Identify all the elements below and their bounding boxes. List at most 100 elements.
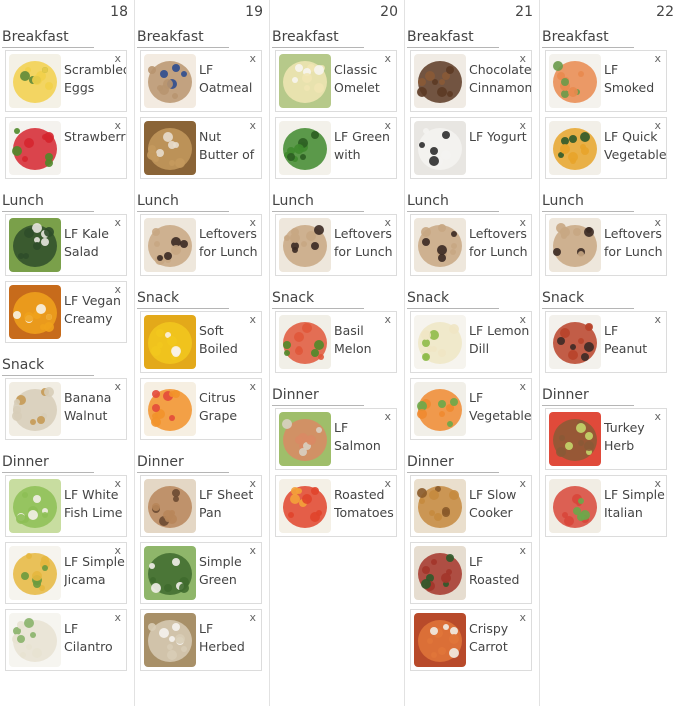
remove-meal-button[interactable]: x xyxy=(249,611,256,624)
meal-card[interactable]: LF Quick Vegetable x xyxy=(545,117,667,179)
remove-meal-button[interactable]: x xyxy=(249,313,256,326)
food-photo-icon[interactable] xyxy=(279,315,331,369)
meal-card[interactable]: LF White Fish Lime x xyxy=(5,475,127,537)
remove-meal-button[interactable]: x xyxy=(519,380,526,393)
meal-title[interactable]: Leftovers for Lunch xyxy=(469,225,531,261)
meal-title[interactable]: Chocolate Cinnamon xyxy=(469,61,531,97)
meal-title[interactable]: Banana Walnut xyxy=(64,389,126,425)
food-photo-icon[interactable] xyxy=(279,412,331,466)
remove-meal-button[interactable]: x xyxy=(519,477,526,490)
meal-card[interactable]: LF Kale Salad x xyxy=(5,214,127,276)
meal-card[interactable]: LF Herbed x xyxy=(140,609,262,671)
food-photo-icon[interactable] xyxy=(144,479,196,533)
meal-card[interactable]: Nut Butter of x xyxy=(140,117,262,179)
food-photo-icon[interactable] xyxy=(279,218,331,272)
food-photo-icon[interactable] xyxy=(414,218,466,272)
meal-title[interactable]: LF Vegetable xyxy=(469,389,531,425)
meal-title[interactable]: Simple Green xyxy=(199,553,261,589)
remove-meal-button[interactable]: x xyxy=(654,410,661,423)
remove-meal-button[interactable]: x xyxy=(384,477,391,490)
meal-title[interactable]: LF Lemon Dill xyxy=(469,322,531,358)
meal-title[interactable]: LF Sheet Pan xyxy=(199,486,261,522)
remove-meal-button[interactable]: x xyxy=(654,52,661,65)
remove-meal-button[interactable]: x xyxy=(249,119,256,132)
food-photo-icon[interactable] xyxy=(414,546,466,600)
meal-card[interactable]: Crispy Carrot x xyxy=(410,609,532,671)
meal-card[interactable]: LF Lemon Dill x xyxy=(410,311,532,373)
meal-title[interactable]: Leftovers for Lunch xyxy=(604,225,666,261)
meal-card[interactable]: LF Smoked x xyxy=(545,50,667,112)
meal-title[interactable]: Scrambled Eggs xyxy=(64,61,126,97)
meal-title[interactable]: Crispy Carrot xyxy=(469,620,531,656)
food-photo-icon[interactable] xyxy=(9,121,61,175)
remove-meal-button[interactable]: x xyxy=(249,380,256,393)
remove-meal-button[interactable]: x xyxy=(384,313,391,326)
meal-card[interactable]: Roasted Tomatoes x xyxy=(275,475,397,537)
food-photo-icon[interactable] xyxy=(9,479,61,533)
meal-title[interactable]: Leftovers for Lunch xyxy=(334,225,396,261)
meal-title[interactable]: LF Vegan Creamy xyxy=(64,292,126,328)
food-photo-icon[interactable] xyxy=(9,546,61,600)
food-photo-icon[interactable] xyxy=(549,218,601,272)
food-photo-icon[interactable] xyxy=(279,121,331,175)
food-photo-icon[interactable] xyxy=(144,121,196,175)
meal-title[interactable]: LF Roasted xyxy=(469,553,531,589)
food-photo-icon[interactable] xyxy=(414,315,466,369)
food-photo-icon[interactable] xyxy=(144,315,196,369)
food-photo-icon[interactable] xyxy=(9,218,61,272)
remove-meal-button[interactable]: x xyxy=(519,313,526,326)
meal-card[interactable]: LF Roasted x xyxy=(410,542,532,604)
remove-meal-button[interactable]: x xyxy=(114,477,121,490)
food-photo-icon[interactable] xyxy=(144,382,196,436)
remove-meal-button[interactable]: x xyxy=(384,410,391,423)
food-photo-icon[interactable] xyxy=(144,218,196,272)
remove-meal-button[interactable]: x xyxy=(249,544,256,557)
remove-meal-button[interactable]: x xyxy=(519,216,526,229)
meal-title[interactable]: Turkey Herb xyxy=(604,419,666,455)
meal-title[interactable]: LF White Fish Lime xyxy=(64,486,126,522)
meal-title[interactable]: Nut Butter of xyxy=(199,128,261,164)
remove-meal-button[interactable]: x xyxy=(249,477,256,490)
food-photo-icon[interactable] xyxy=(144,613,196,667)
food-photo-icon[interactable] xyxy=(9,613,61,667)
meal-title[interactable]: Basil Melon xyxy=(334,322,396,358)
meal-card[interactable]: LF Salmon x xyxy=(275,408,397,470)
remove-meal-button[interactable]: x xyxy=(114,380,121,393)
meal-title[interactable]: LF Green with xyxy=(334,128,396,164)
meal-card[interactable]: LF Cilantro x xyxy=(5,609,127,671)
remove-meal-button[interactable]: x xyxy=(114,119,121,132)
meal-title[interactable]: Roasted Tomatoes xyxy=(334,486,396,522)
meal-card[interactable]: LF Simple Italian x xyxy=(545,475,667,537)
meal-card[interactable]: Basil Melon x xyxy=(275,311,397,373)
meal-card[interactable]: Classic Omelet x xyxy=(275,50,397,112)
meal-title[interactable]: Classic Omelet xyxy=(334,61,396,97)
meal-title[interactable]: LF Simple Jicama xyxy=(64,553,126,589)
meal-card[interactable]: Soft Boiled x xyxy=(140,311,262,373)
food-photo-icon[interactable] xyxy=(9,285,61,339)
food-photo-icon[interactable] xyxy=(144,546,196,600)
food-photo-icon[interactable] xyxy=(414,382,466,436)
meal-card[interactable]: LF Vegan Creamy x xyxy=(5,281,127,343)
meal-title[interactable]: LF Kale Salad xyxy=(64,225,126,261)
meal-title[interactable]: Leftovers for Lunch xyxy=(199,225,261,261)
meal-title[interactable]: LF Salmon xyxy=(334,419,396,455)
food-photo-icon[interactable] xyxy=(279,479,331,533)
remove-meal-button[interactable]: x xyxy=(249,52,256,65)
food-photo-icon[interactable] xyxy=(9,54,61,108)
remove-meal-button[interactable]: x xyxy=(114,283,121,296)
remove-meal-button[interactable]: x xyxy=(384,119,391,132)
meal-title[interactable]: LF Peanut xyxy=(604,322,666,358)
food-photo-icon[interactable] xyxy=(549,479,601,533)
meal-card[interactable]: Strawberri x xyxy=(5,117,127,179)
remove-meal-button[interactable]: x xyxy=(654,313,661,326)
remove-meal-button[interactable]: x xyxy=(519,611,526,624)
meal-card[interactable]: Banana Walnut x xyxy=(5,378,127,440)
meal-card[interactable]: LF Sheet Pan x xyxy=(140,475,262,537)
food-photo-icon[interactable] xyxy=(414,54,466,108)
remove-meal-button[interactable]: x xyxy=(654,216,661,229)
remove-meal-button[interactable]: x xyxy=(114,216,121,229)
meal-card[interactable]: LF Simple Jicama x xyxy=(5,542,127,604)
remove-meal-button[interactable]: x xyxy=(519,52,526,65)
food-photo-icon[interactable] xyxy=(144,54,196,108)
meal-card[interactable]: Turkey Herb x xyxy=(545,408,667,470)
